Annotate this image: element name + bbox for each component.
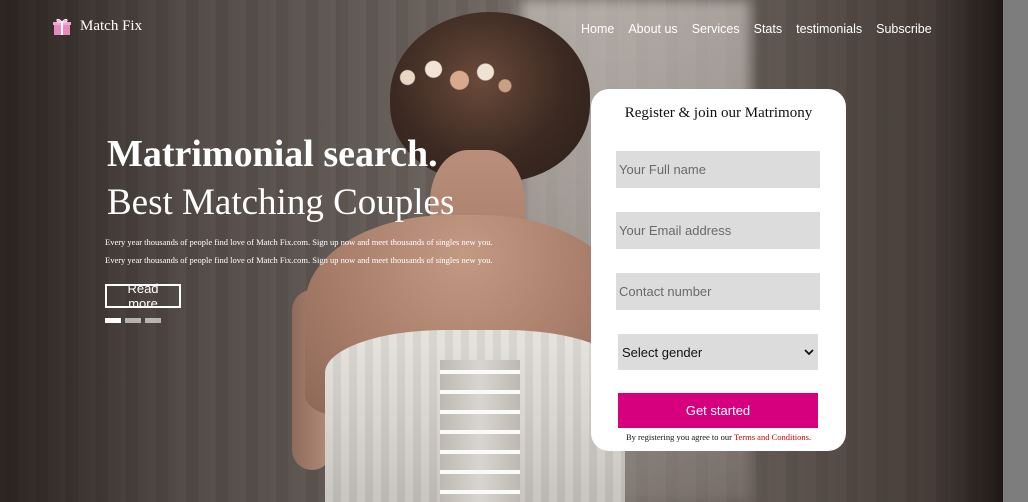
slide-indicator-1[interactable] [105, 318, 121, 323]
brand-logo[interactable]: Match Fix [52, 16, 142, 36]
contact-number-input[interactable] [616, 273, 820, 310]
dress-lacing [440, 360, 520, 502]
hero-title: Matrimonial search. [107, 133, 438, 175]
slide-indicator-3[interactable] [145, 318, 161, 323]
registration-title: Register & join our Matrimony [624, 105, 813, 121]
scrollbar-track[interactable] [1003, 0, 1028, 502]
terms-notice: By registering you agree to our Terms an… [591, 432, 846, 442]
email-input[interactable] [616, 212, 820, 249]
main-nav: Home About us Services Stats testimonial… [581, 22, 932, 36]
hero-subtitle: Best Matching Couples [107, 182, 455, 223]
nav-stats[interactable]: Stats [754, 22, 783, 36]
nav-home[interactable]: Home [581, 22, 614, 36]
nav-subscribe[interactable]: Subscribe [876, 22, 932, 36]
full-name-input[interactable] [616, 151, 820, 188]
nav-about[interactable]: About us [628, 22, 677, 36]
slider-indicators [105, 318, 161, 323]
terms-link[interactable]: Terms and Conditions. [734, 432, 811, 442]
hero-description-line: Every year thousands of people find love… [105, 254, 493, 265]
nav-services[interactable]: Services [692, 22, 740, 36]
read-more-button[interactable]: Read more [105, 281, 181, 311]
hero-description: Every year thousands of people find love… [105, 234, 585, 269]
get-started-button[interactable]: Get started [618, 393, 818, 428]
hero-description-line: Every year thousands of people find love… [105, 237, 493, 247]
hair-flowers [388, 50, 518, 105]
slide-indicator-2[interactable] [125, 318, 141, 323]
chevron-down-icon [804, 349, 814, 356]
terms-text: By registering you agree to our [625, 432, 734, 442]
gender-select-value: Select gender [622, 344, 703, 360]
registration-card: Register & join our Matrimony Select gen… [591, 89, 846, 451]
brand-name: Match Fix [80, 17, 143, 34]
nav-testimonials[interactable]: testimonials [796, 22, 862, 36]
gender-select[interactable]: Select gender [618, 334, 818, 370]
gift-icon [53, 18, 71, 35]
